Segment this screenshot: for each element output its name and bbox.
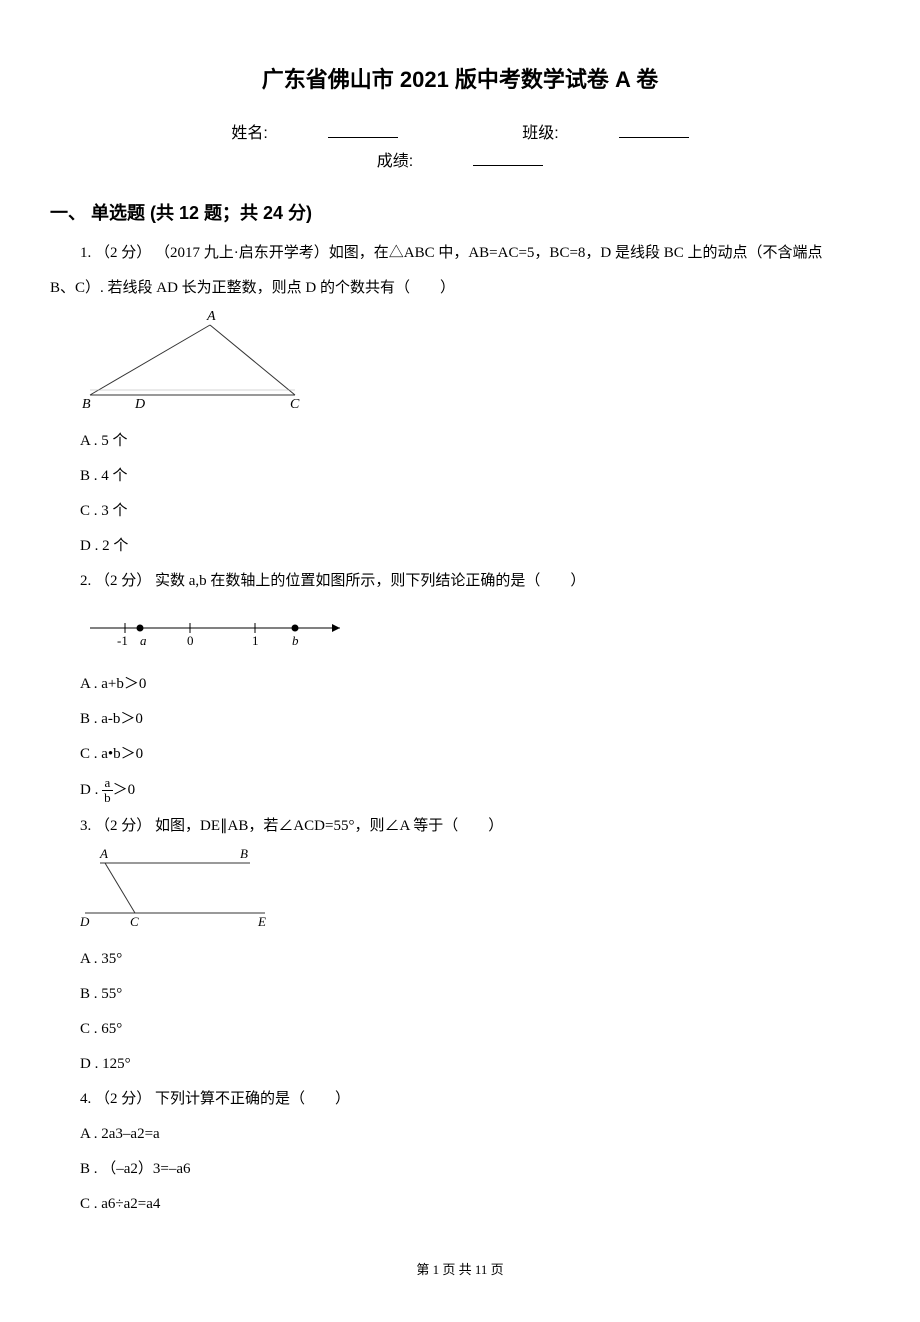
q1-stem-line2: B、C）. 若线段 AD 长为正整数，则点 D 的个数共有（ ） [50,275,870,302]
page-footer: 第 1 页 共 11 页 [50,1258,870,1281]
q3-option-d: D . 125° [80,1051,870,1078]
svg-text:B: B [240,848,248,861]
svg-text:a: a [140,633,147,648]
svg-text:-1: -1 [117,633,128,648]
q4-option-c: C . a6÷a2=a4 [80,1191,870,1218]
q2-figure: -1 a 0 1 b [80,603,870,663]
svg-text:C: C [290,397,300,410]
q2-option-d: D . ab＞0 [80,776,870,806]
q4-option-b: B . （–a2）3=–a6 [80,1156,870,1183]
q2-stem: 2. （2 分） 实数 a,b 在数轴上的位置如图所示，则下列结论正确的是（ ） [50,568,870,595]
q4-stem: 4. （2 分） 下列计算不正确的是（ ） [50,1086,870,1113]
svg-text:E: E [257,914,266,928]
q2-option-c: C . a•b＞0 [80,741,870,768]
q3-option-b: B . 55° [80,981,870,1008]
q2-option-b: B . a-b＞0 [80,706,870,733]
page-title: 广东省佛山市 2021 版中考数学试卷 A 卷 [50,60,870,100]
name-label: 姓名: [231,120,267,149]
svg-text:D: D [134,397,145,410]
svg-text:1: 1 [252,633,259,648]
q1-figure: A B D C [80,310,870,420]
q3-stem: 3. （2 分） 如图，DE∥AB，若∠ACD=55°，则∠A 等于（ ） [50,813,870,840]
q4-option-a: A . 2a3–a2=a [80,1121,870,1148]
svg-text:C: C [130,914,139,928]
section-1-header: 一、 单选题 (共 12 题；共 24 分) [50,197,870,229]
q3-option-a: A . 35° [80,946,870,973]
q1-option-a: A . 5 个 [80,428,870,455]
svg-text:B: B [82,397,91,410]
q1-option-b: B . 4 个 [80,463,870,490]
class-label: 班级: [522,120,558,149]
svg-text:0: 0 [187,633,194,648]
student-info-row: 姓名: 班级: 成绩: [50,120,870,178]
q1-option-c: C . 3 个 [80,498,870,525]
q3-figure: A B D C E [80,848,870,938]
q3-option-c: C . 65° [80,1016,870,1043]
svg-text:A: A [99,848,108,861]
class-blank [619,137,689,138]
q1-option-d: D . 2 个 [80,533,870,560]
q2-option-a: A . a+b＞0 [80,671,870,698]
score-blank [473,165,543,166]
svg-text:A: A [206,310,216,324]
q1-stem-line1: 1. （2 分） （2017 九上·启东开学考）如图，在△ABC 中，AB=AC… [50,240,870,267]
svg-text:b: b [292,633,299,648]
score-label: 成绩: [377,148,413,177]
name-blank [328,137,398,138]
svg-text:D: D [80,914,90,928]
